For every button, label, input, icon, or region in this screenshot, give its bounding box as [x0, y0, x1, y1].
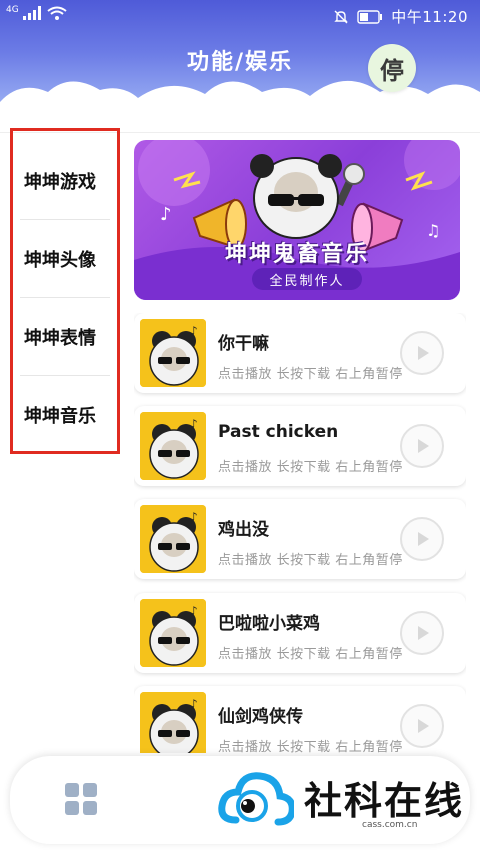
music-banner[interactable]: ♪ ♫ 坤坤鬼畜音乐 全民制作人 — [134, 140, 460, 300]
panda-thumb-image: ♪ — [140, 505, 206, 573]
panda-thumb-image: ♪ — [140, 692, 206, 753]
song-thumbnail: ♪ — [140, 599, 206, 667]
song-hint: 点击播放 长按下载 右上角暂停 — [218, 647, 403, 662]
panda-thumb-image: ♪ — [140, 599, 206, 667]
song-title: Past chicken — [218, 422, 339, 442]
song-item[interactable]: ♪ 鸡出没 点击播放 长按下载 右上角暂停 — [134, 499, 466, 579]
svg-text:♪: ♪ — [190, 510, 198, 524]
header: 4G 中午11:20 功能/娱乐 停 — [0, 0, 480, 132]
sidebar-item-games[interactable]: 坤坤游戏 — [16, 142, 114, 220]
play-button[interactable] — [400, 517, 444, 561]
panda-thumb-image: ♪ — [140, 412, 206, 480]
song-thumbnail: ♪ — [140, 505, 206, 573]
banner-title: 坤坤鬼畜音乐 — [224, 242, 369, 267]
play-button[interactable] — [400, 704, 444, 748]
category-sidebar: 坤坤游戏 坤坤头像 坤坤表情 坤坤音乐 — [10, 128, 120, 454]
svg-text:♪: ♪ — [190, 324, 198, 338]
stop-button[interactable]: 停 — [368, 44, 416, 92]
song-title: 鸡出没 — [218, 520, 269, 540]
status-left: 4G — [6, 4, 67, 20]
bottom-bar: 社科在线 cass.com.cn — [10, 756, 470, 844]
signal-icon — [22, 6, 41, 20]
sidebar-item-stickers[interactable]: 坤坤表情 — [16, 298, 114, 376]
status-bar: 4G 中午11:20 — [0, 0, 480, 32]
song-hint: 点击播放 长按下载 右上角暂停 — [218, 553, 403, 568]
sidebar-item-music[interactable]: 坤坤音乐 — [16, 376, 114, 454]
song-hint: 点击播放 长按下载 右上角暂停 — [218, 460, 403, 475]
play-button[interactable] — [400, 611, 444, 655]
play-icon — [418, 532, 429, 546]
sidebar-item-label: 坤坤头像 — [24, 250, 96, 271]
battery-icon — [357, 9, 383, 24]
song-item[interactable]: ♪ 仙剑鸡侠传 点击播放 长按下载 右上角暂停 — [134, 686, 466, 753]
song-item[interactable]: ♪ 你干嘛 点击播放 长按下载 右上角暂停 — [134, 313, 466, 393]
song-title: 巴啦啦小菜鸡 — [218, 614, 320, 634]
svg-text:♪: ♪ — [190, 417, 198, 431]
song-item[interactable]: ♪ Past chicken 点击播放 长按下载 右上角暂停 — [134, 406, 466, 486]
song-hint: 点击播放 长按下载 右上角暂停 — [218, 367, 403, 382]
sidebar-item-avatars[interactable]: 坤坤头像 — [16, 220, 114, 298]
sidebar-item-label: 坤坤表情 — [24, 328, 96, 349]
song-list: ♪ 你干嘛 点击播放 长按下载 右上角暂停 ♪ Past chicken 点击播… — [134, 313, 466, 753]
panda-thumb-image: ♪ — [140, 319, 206, 387]
song-thumbnail: ♪ — [140, 692, 206, 753]
play-icon — [418, 719, 429, 733]
cloud-eye-logo-icon — [218, 772, 294, 826]
play-button[interactable] — [400, 331, 444, 375]
banner-subtitle: 全民制作人 — [252, 268, 362, 290]
svg-text:♪: ♪ — [190, 604, 198, 618]
svg-text:♪: ♪ — [160, 204, 172, 225]
play-icon — [418, 346, 429, 360]
status-right: 中午11:20 — [333, 6, 468, 27]
sidebar-item-label: 坤坤游戏 — [24, 172, 96, 193]
wifi-icon — [47, 6, 67, 20]
play-button[interactable] — [400, 424, 444, 468]
watermark-domain: cass.com.cn — [362, 820, 418, 830]
mute-bell-icon — [334, 10, 348, 23]
song-title: 你干嘛 — [218, 334, 269, 354]
play-icon — [418, 439, 429, 453]
song-title: 仙剑鸡侠传 — [218, 707, 303, 727]
network-label: 4G — [6, 4, 19, 15]
song-thumbnail: ♪ — [140, 319, 206, 387]
watermark-text: 社科在线 — [304, 778, 465, 823]
grid-icon[interactable] — [64, 782, 98, 816]
song-thumbnail: ♪ — [140, 412, 206, 480]
song-hint: 点击播放 长按下载 右上角暂停 — [218, 740, 403, 753]
play-icon — [418, 626, 429, 640]
sidebar-item-label: 坤坤音乐 — [24, 406, 96, 427]
song-item[interactable]: ♪ 巴啦啦小菜鸡 点击播放 长按下载 右上角暂停 — [134, 593, 466, 673]
status-time: 中午11:20 — [391, 8, 468, 26]
svg-text:♪: ♪ — [190, 697, 198, 711]
